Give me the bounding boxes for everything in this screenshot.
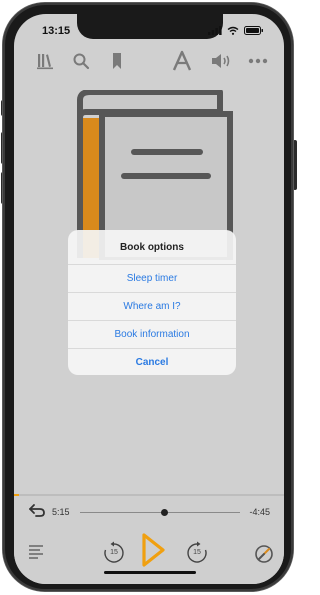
book-options-dialog: Book options Sleep timer Where am I? Boo… bbox=[68, 230, 236, 375]
chapters-icon[interactable] bbox=[28, 544, 44, 562]
wifi-icon bbox=[227, 26, 239, 35]
where-am-i-button[interactable]: Where am I? bbox=[68, 292, 236, 320]
status-icons bbox=[208, 26, 264, 35]
scrubber-handle[interactable] bbox=[160, 509, 168, 516]
book-progress-bar bbox=[14, 494, 284, 496]
library-icon[interactable] bbox=[36, 52, 54, 70]
reader-toolbar bbox=[14, 48, 284, 76]
elapsed-time: 5:15 bbox=[52, 507, 70, 517]
bookmark-icon[interactable] bbox=[110, 52, 124, 70]
book-information-button[interactable]: Book information bbox=[68, 320, 236, 348]
forward-seconds-label: 15 bbox=[193, 549, 201, 556]
more-icon[interactable] bbox=[248, 58, 268, 64]
play-icon[interactable] bbox=[140, 532, 166, 568]
speaker-icon[interactable] bbox=[210, 52, 232, 70]
phone-screen: 13:15 Book options Sleep timer Where am … bbox=[14, 14, 284, 584]
dialog-title: Book options bbox=[120, 241, 184, 253]
speed-icon[interactable] bbox=[254, 544, 274, 564]
power-button bbox=[293, 140, 297, 190]
sleep-timer-button[interactable]: Sleep timer bbox=[68, 264, 236, 292]
search-icon[interactable] bbox=[72, 52, 90, 70]
signal-icon bbox=[208, 26, 222, 35]
status-time: 13:15 bbox=[42, 25, 71, 37]
battery-icon bbox=[244, 26, 263, 35]
font-icon[interactable] bbox=[172, 50, 192, 72]
remaining-time: -4:45 bbox=[249, 507, 270, 517]
notch bbox=[77, 14, 223, 39]
rewind-seconds-label: 15 bbox=[110, 549, 118, 556]
rewind-15-icon[interactable]: 15 bbox=[102, 541, 126, 565]
book-progress-fill bbox=[14, 494, 20, 496]
forward-15-icon[interactable]: 15 bbox=[185, 541, 209, 565]
cancel-button[interactable]: Cancel bbox=[68, 348, 236, 375]
back-icon[interactable] bbox=[28, 503, 46, 517]
home-indicator bbox=[104, 571, 196, 574]
